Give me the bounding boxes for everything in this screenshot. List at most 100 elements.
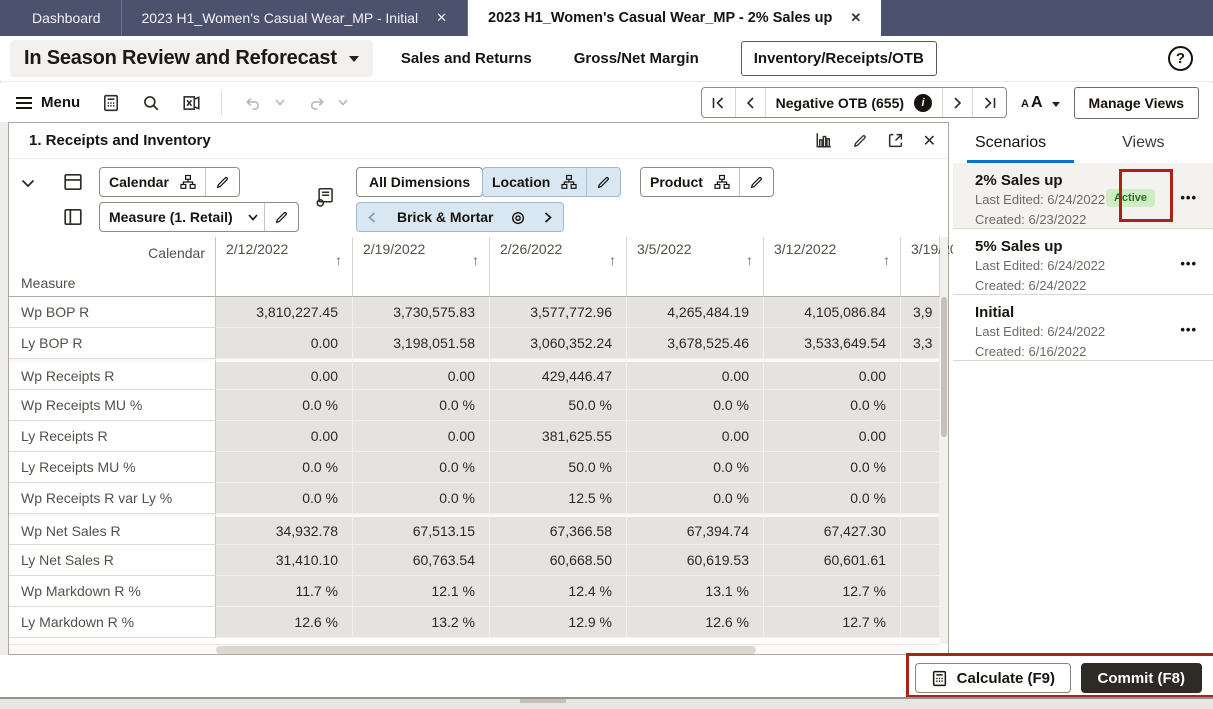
page-horizontal-scrollbar[interactable] (0, 697, 1213, 709)
edit-icon[interactable] (740, 168, 773, 196)
column-header-2-12-2022[interactable]: 2/12/2022 ↑ (216, 237, 353, 269)
tab-scenarios[interactable]: Scenarios (966, 134, 1075, 163)
grid-cell[interactable]: 0.00 (764, 359, 901, 390)
grid-cell[interactable]: 50.0 % (490, 452, 627, 483)
sort-ascending-icon[interactable]: ↑ (335, 252, 342, 268)
edit-icon[interactable] (206, 168, 239, 196)
grid-cell[interactable]: 67,427.30 (764, 514, 901, 545)
grid-cell[interactable]: 67,394.74 (627, 514, 764, 545)
redo-icon[interactable] (307, 95, 326, 111)
grid-cell[interactable] (901, 421, 940, 452)
sort-ascending-icon[interactable]: ↑ (472, 252, 479, 268)
grid-cell[interactable]: 0.0 % (627, 390, 764, 421)
grid-vertical-scrollbar[interactable] (940, 237, 948, 644)
info-icon[interactable]: i (914, 93, 933, 112)
grid-cell[interactable]: 11.7 % (216, 576, 353, 607)
measure-row-label[interactable]: Wp Receipts MU % (9, 390, 216, 421)
grid-cell[interactable] (901, 607, 940, 638)
grid-cell[interactable]: 0.0 % (353, 452, 490, 483)
grid-cell[interactable]: 3,060,352.24 (490, 328, 627, 359)
search-icon[interactable] (142, 94, 160, 112)
grid-cell[interactable]: 0.0 % (764, 390, 901, 421)
all-dimensions-button[interactable]: All Dimensions (356, 167, 484, 197)
grid-cell[interactable]: 31,410.10 (216, 545, 353, 576)
grid-cell[interactable]: 0.0 % (764, 452, 901, 483)
grid-cell[interactable]: 0.0 % (353, 390, 490, 421)
measure-row-label[interactable]: Wp Net Sales R (9, 514, 216, 545)
manage-views-button[interactable]: Manage Views (1073, 86, 1199, 119)
grid-cell[interactable]: 67,366.58 (490, 514, 627, 545)
grid-cell[interactable]: 3,533,649.54 (764, 328, 901, 359)
grid-cell[interactable]: 3,730,575.83 (353, 297, 490, 328)
grid-cell[interactable]: 4,265,484.19 (627, 297, 764, 328)
grid-cell[interactable] (901, 483, 940, 514)
scenario-card-initial[interactable]: Initial Last Edited: 6/24/2022 Created: … (953, 295, 1213, 361)
first-alert-icon[interactable] (702, 88, 736, 117)
grid-cell[interactable]: 3,577,772.96 (490, 297, 627, 328)
grid-cell[interactable]: 34,932.78 (216, 514, 353, 545)
font-size-control[interactable]: A A (1021, 94, 1060, 112)
scenario-card-2pct-sales-up[interactable]: 2% Sales up Last Edited: 6/24/2022 Creat… (953, 163, 1213, 229)
grid-cell[interactable]: 12.4 % (490, 576, 627, 607)
last-alert-icon[interactable] (973, 88, 1006, 117)
grid-cell[interactable]: 60,763.54 (353, 545, 490, 576)
grid-cell[interactable]: 12.6 % (627, 607, 764, 638)
grid-cell[interactable]: 381,625.55 (490, 421, 627, 452)
next-alert-icon[interactable] (943, 88, 974, 117)
measure-row-label[interactable]: Wp Markdown R % (9, 576, 216, 607)
tab-plan-2pct-sales-up[interactable]: 2023 H1_Women's Casual Wear_MP - 2% Sale… (468, 0, 882, 36)
grid-cell[interactable]: 0.00 (764, 421, 901, 452)
grid-cell[interactable]: 12.1 % (353, 576, 490, 607)
grid-cell[interactable]: 13.2 % (353, 607, 490, 638)
grid-cell[interactable]: 0.00 (627, 359, 764, 390)
excel-export-icon[interactable] (182, 94, 201, 112)
grid-cell[interactable]: 0.0 % (216, 390, 353, 421)
column-header-3-19-20[interactable]: 3/19/20 (901, 237, 958, 269)
grid-cell[interactable]: 12.7 % (764, 607, 901, 638)
column-header-2-26-2022[interactable]: 2/26/2022 ↑ (490, 237, 627, 269)
grid-cell[interactable]: 0.0 % (764, 483, 901, 514)
grid-cell[interactable]: 12.6 % (216, 607, 353, 638)
scenario-menu-icon[interactable]: ••• (1180, 322, 1197, 337)
grid-cell[interactable]: 67,513.15 (353, 514, 490, 545)
product-dimension-tile[interactable]: Product (640, 167, 774, 197)
grid-cell[interactable]: 12.9 % (490, 607, 627, 638)
grid-cell[interactable]: 4,105,086.84 (764, 297, 901, 328)
grid-cell[interactable]: 13.1 % (627, 576, 764, 607)
grid-cell[interactable]: 0.00 (627, 421, 764, 452)
grid-cell[interactable]: 3,810,227.45 (216, 297, 353, 328)
scenario-menu-icon[interactable]: ••• (1180, 256, 1197, 271)
grid-cell[interactable]: 3,3 (901, 328, 940, 359)
next-slice-icon[interactable] (533, 203, 563, 231)
grid-cell[interactable]: 0.0 % (353, 483, 490, 514)
slice-label[interactable]: Brick & Mortar (387, 203, 503, 231)
measure-row-label[interactable]: Ly Net Sales R (9, 545, 216, 576)
measure-row-label[interactable]: Wp Receipts R (9, 359, 216, 390)
tab-gross-net-margin[interactable]: Gross/Net Margin (574, 50, 699, 67)
grid-cell[interactable]: 0.00 (216, 328, 353, 359)
scenario-menu-icon[interactable]: ••• (1180, 190, 1197, 205)
tab-inventory-receipts-otb[interactable]: Inventory/Receipts/OTB (740, 41, 937, 76)
grid-cell[interactable] (901, 390, 940, 421)
grid-cell[interactable] (901, 359, 940, 390)
commit-button[interactable]: Commit (F8) (1080, 663, 1202, 693)
measure-row-label[interactable]: Ly Receipts MU % (9, 452, 216, 483)
grid-cell[interactable]: 0.00 (353, 359, 490, 390)
tab-views[interactable]: Views (1122, 134, 1164, 152)
scenario-card-5pct-sales-up[interactable]: 5% Sales up Last Edited: 6/24/2022 Creat… (953, 229, 1213, 295)
step-selector[interactable]: In Season Review and Reforecast (10, 40, 373, 77)
grid-cell[interactable]: 0.0 % (627, 452, 764, 483)
grid-cell[interactable]: 0.00 (353, 421, 490, 452)
column-header-3-5-2022[interactable]: 3/5/2022 ↑ (627, 237, 764, 269)
undo-options-chevron-icon[interactable] (275, 99, 285, 106)
close-icon[interactable]: ✕ (436, 10, 447, 26)
close-view-icon[interactable]: ✕ (923, 131, 936, 151)
redo-options-chevron-icon[interactable] (338, 99, 348, 106)
measure-row-label[interactable]: Wp Receipts R var Ly % (9, 483, 216, 514)
sort-ascending-icon[interactable]: ↑ (883, 252, 890, 268)
grid-horizontal-scrollbar[interactable] (9, 644, 940, 654)
calculate-button[interactable]: Calculate (F9) (914, 663, 1071, 693)
grid-cell[interactable]: 0.00 (216, 359, 353, 390)
edit-icon[interactable] (265, 203, 298, 231)
grid-cell[interactable]: 12.7 % (764, 576, 901, 607)
